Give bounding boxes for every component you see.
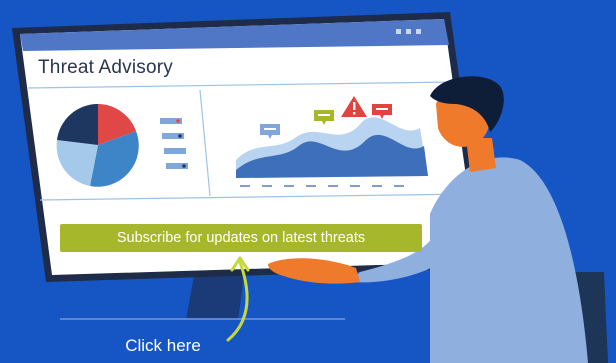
- subscribe-button[interactable]: Subscribe for updates on latest threats: [60, 224, 422, 252]
- click-here-callout: Click here: [125, 336, 201, 355]
- pie-chart-icon: [56, 103, 139, 187]
- desk-line: [60, 318, 345, 320]
- dots-menu-icon: [396, 29, 421, 34]
- monitor-stand: [186, 270, 245, 320]
- person-shirt: [430, 157, 588, 363]
- illustration: [12, 12, 608, 363]
- page-title: Threat Advisory: [38, 57, 173, 78]
